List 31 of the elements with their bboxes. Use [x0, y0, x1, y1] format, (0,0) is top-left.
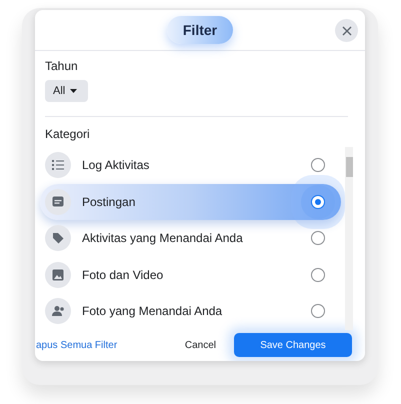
option-label: Log Aktivitas — [82, 158, 150, 172]
option-label: Postingan — [82, 194, 136, 209]
clear-filters-link[interactable]: apus Semua Filter — [36, 340, 118, 351]
year-dropdown[interactable]: All — [45, 80, 88, 102]
scrollbar[interactable] — [345, 147, 353, 330]
close-button[interactable] — [335, 19, 358, 42]
tag-icon — [52, 232, 64, 244]
radio-button[interactable] — [311, 304, 325, 318]
post-icon — [52, 196, 64, 208]
category-option[interactable]: Aktivitas yang Menandai Anda — [40, 220, 341, 256]
caret-icon — [70, 89, 78, 93]
radio-button[interactable] — [311, 268, 325, 282]
category-label: Kategori — [45, 127, 91, 141]
people-icon — [52, 305, 64, 318]
radio-button[interactable] — [311, 158, 325, 172]
save-button[interactable]: Save Changes — [234, 333, 352, 358]
option-label: Aktivitas yang Menandai Anda — [82, 231, 244, 246]
category-option[interactable]: Foto dan Video — [40, 256, 341, 293]
photo-icon — [52, 268, 64, 281]
radio-button[interactable] — [311, 231, 325, 246]
list-icon — [52, 159, 64, 172]
radio-button[interactable] — [311, 194, 325, 209]
close-icon — [342, 26, 352, 36]
cancel-button[interactable]: Cancel — [184, 340, 216, 351]
category-option[interactable]: Log Aktivitas — [40, 147, 341, 184]
category-option[interactable]: Postingan — [40, 184, 341, 220]
option-label: Foto dan Video — [82, 268, 164, 282]
category-option[interactable]: Foto yang Menandai Anda — [40, 293, 341, 330]
year-label: Tahun — [45, 59, 79, 73]
dialog-title: Filter — [166, 16, 234, 44]
option-label: Foto yang Menandai Anda — [82, 304, 224, 318]
